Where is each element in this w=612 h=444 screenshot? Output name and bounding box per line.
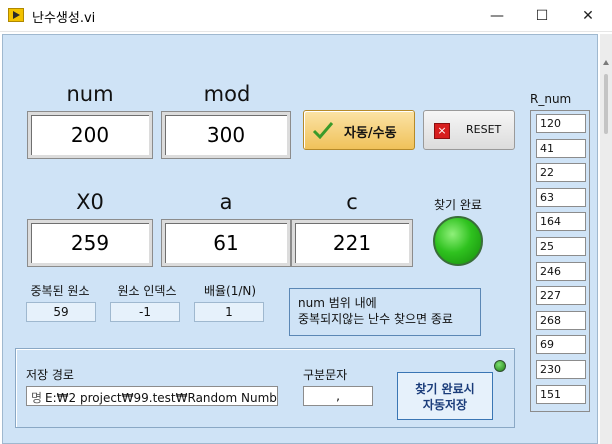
r-num-element: 63: [536, 187, 586, 207]
element-index-indicator: -1: [110, 302, 180, 322]
reset-label: RESET: [466, 123, 502, 136]
r-num-element: 25: [536, 237, 586, 256]
ratio-indicator: 1: [194, 302, 264, 322]
r-num-element: 120: [536, 114, 586, 133]
auto-save-label: 찾기 완료시 자동저장: [415, 382, 475, 412]
r-num-element: 230: [536, 360, 586, 379]
vertical-scrollbar[interactable]: [600, 34, 612, 444]
checkmark-icon: [312, 122, 334, 139]
window-title: 난수생성.vi: [32, 11, 96, 26]
auto-save-button[interactable]: 찾기 완료시 자동저장: [397, 372, 493, 420]
found-complete-led: [433, 216, 483, 266]
r-num-element: 69: [536, 335, 586, 355]
path-browse-icon: 명: [31, 391, 43, 405]
maximize-button[interactable]: ☐: [519, 0, 565, 32]
r-num-element: 41: [536, 138, 586, 158]
a-label: a: [219, 190, 233, 214]
minimize-button[interactable]: —: [474, 0, 520, 32]
save-path-value: E:₩2 project₩99.test₩Random Number: [45, 391, 278, 405]
a-input[interactable]: 61: [161, 219, 291, 267]
r-num-element: 246: [536, 261, 586, 281]
c-label: c: [346, 190, 358, 214]
close-button[interactable]: ✕: [565, 0, 611, 32]
ratio-label: 배율(1/N): [203, 284, 257, 298]
save-path-label: 저장 경로: [26, 368, 74, 382]
labview-app-icon: [8, 8, 24, 22]
duplicate-element-label: 중복된 원소: [30, 284, 90, 298]
duplicate-element-indicator: 59: [26, 302, 96, 322]
auto-save-led: [494, 360, 506, 372]
save-path-input[interactable]: 명 E:₩2 project₩99.test₩Random Number: [26, 386, 278, 406]
r-num-element: 268: [536, 310, 586, 330]
r-num-label: R_num: [530, 92, 572, 106]
found-complete-label: 찾기 완료: [434, 198, 482, 212]
close-x-icon: ×: [434, 123, 450, 139]
num-input[interactable]: 200: [27, 111, 153, 159]
note-line-1: num 범위 내에: [298, 296, 377, 310]
auto-manual-button[interactable]: 자동/수동: [303, 110, 415, 150]
note-line-2: 중복되지않는 난수 찾으면 종료: [298, 312, 453, 326]
c-input[interactable]: 221: [291, 219, 413, 267]
x0-label: X0: [76, 190, 104, 214]
delimiter-label: 구분문자: [303, 368, 348, 382]
r-num-element: 22: [536, 163, 586, 183]
mod-label: mod: [203, 82, 251, 106]
title-bar: 난수생성.vi — ☐ ✕: [0, 0, 612, 32]
x0-input[interactable]: 259: [27, 219, 153, 267]
element-index-label: 원소 인덱스: [117, 284, 177, 298]
description-note: num 범위 내에 중복되지않는 난수 찾으면 종료: [289, 288, 481, 336]
delimiter-input[interactable]: ,: [303, 386, 373, 406]
r-num-element: 164: [536, 212, 586, 232]
reset-button[interactable]: × RESET: [423, 110, 515, 150]
num-label: num: [66, 82, 114, 106]
r-num-element: 151: [536, 384, 586, 404]
scroll-up-arrow-icon[interactable]: [603, 60, 609, 65]
scroll-thumb[interactable]: [604, 74, 608, 134]
r-num-element: 227: [536, 286, 586, 306]
auto-manual-label: 자동/수동: [344, 126, 397, 141]
mod-input[interactable]: 300: [161, 111, 291, 159]
